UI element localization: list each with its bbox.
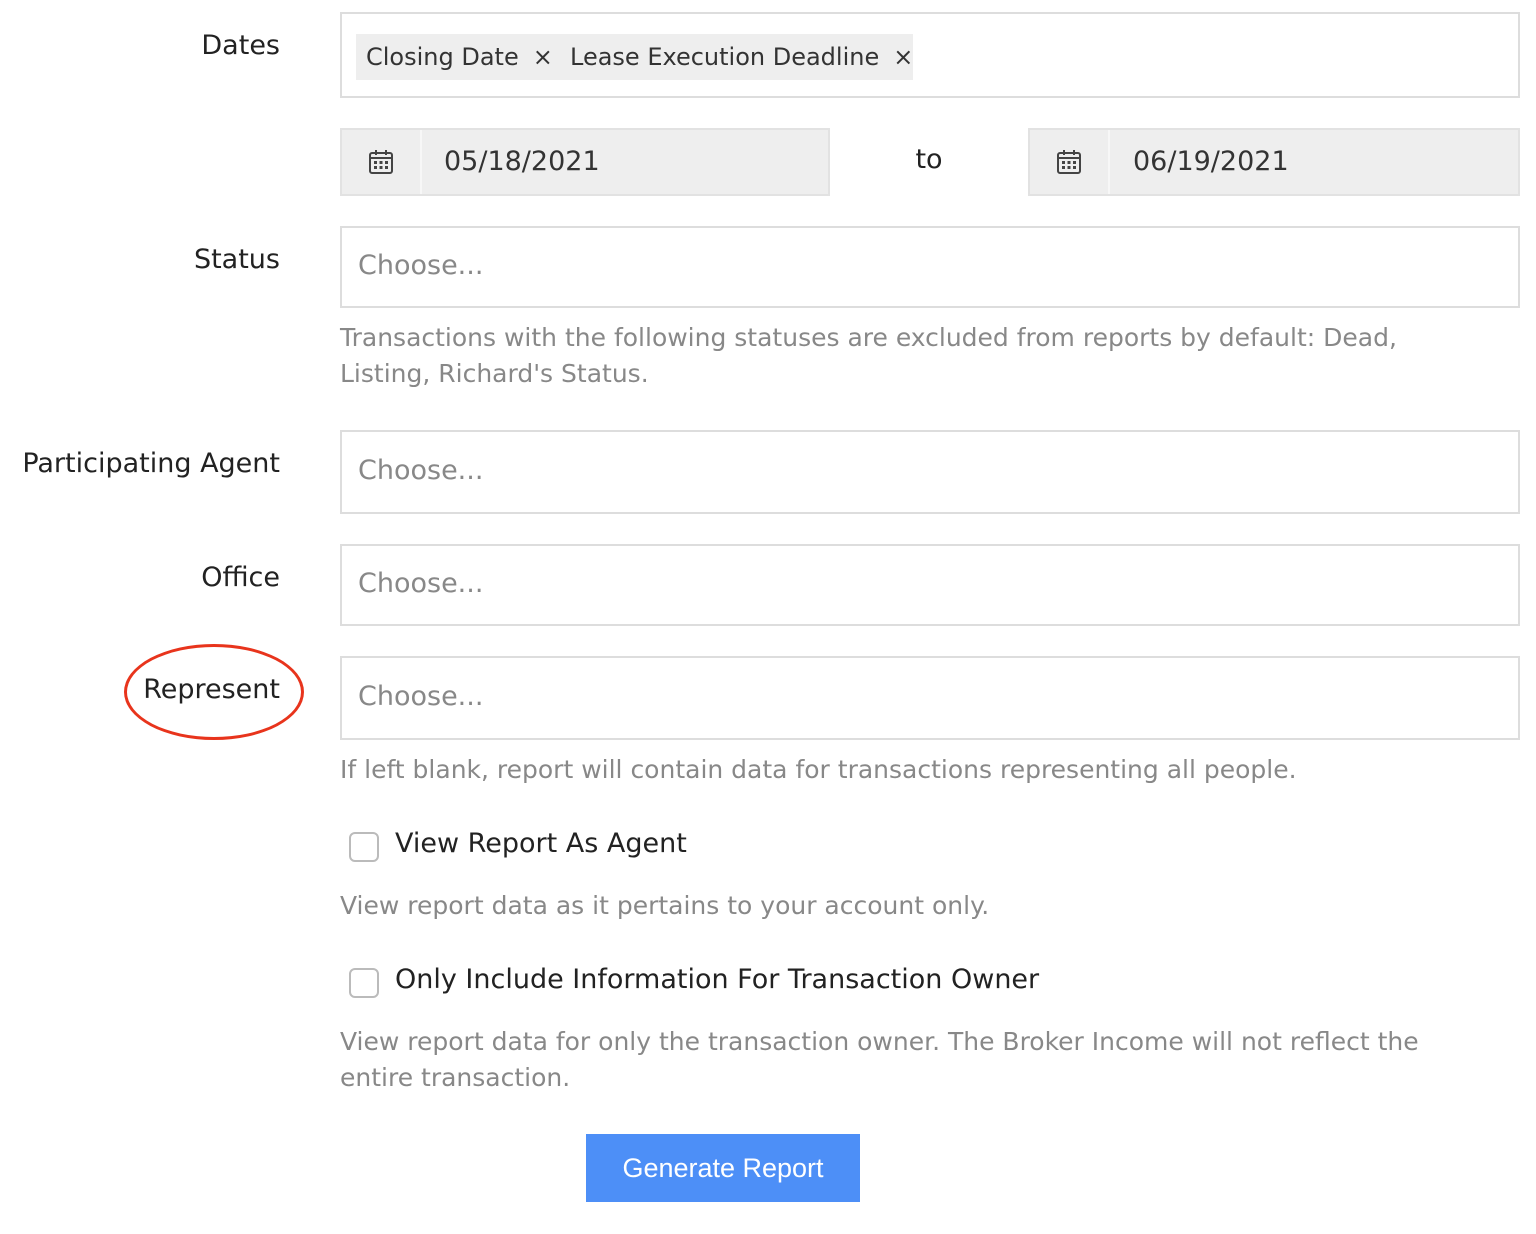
owner-only-checkbox[interactable] — [349, 968, 379, 998]
participating-agent-select[interactable]: Choose... — [340, 430, 1520, 514]
represent-select[interactable]: Choose... — [340, 656, 1520, 740]
start-date-value: 05/18/2021 — [444, 146, 600, 177]
participating-agent-label: Participating Agent — [22, 448, 280, 479]
calendar-icon[interactable] — [342, 130, 422, 194]
start-date-input[interactable]: 05/18/2021 — [340, 128, 830, 196]
represent-help-text: If left blank, report will contain data … — [340, 755, 1297, 784]
participating-agent-placeholder: Choose... — [358, 455, 484, 486]
status-help-text: Transactions with the following statuses… — [340, 323, 1397, 388]
end-date-input[interactable]: 06/19/2021 — [1028, 128, 1520, 196]
status-label: Status — [193, 244, 280, 275]
tag-closing-date: Closing Date × — [356, 34, 564, 80]
owner-only-label[interactable]: Only Include Information For Transaction… — [395, 964, 1039, 995]
office-placeholder: Choose... — [358, 568, 484, 599]
generate-report-button[interactable]: Generate Report — [586, 1134, 860, 1202]
status-placeholder: Choose... — [358, 250, 484, 281]
view-as-agent-checkbox[interactable] — [349, 832, 379, 862]
report-filter-form: Dates Closing Date × Lease Execution Dead… — [0, 0, 1536, 1234]
date-range-separator: to — [915, 144, 943, 175]
dates-label: Dates — [201, 30, 280, 61]
owner-only-help-text: View report data for only the transactio… — [340, 1027, 1419, 1092]
status-select[interactable]: Choose... — [340, 226, 1520, 308]
tag-lease-execution-deadline: Lease Execution Deadline × — [560, 34, 913, 80]
remove-closing-date-icon[interactable]: × — [533, 34, 553, 80]
view-as-agent-label[interactable]: View Report As Agent — [395, 828, 687, 859]
calendar-icon[interactable] — [1030, 130, 1110, 194]
represent-label: Represent — [143, 674, 280, 705]
office-select[interactable]: Choose... — [340, 544, 1520, 626]
end-date-value: 06/19/2021 — [1133, 146, 1289, 177]
dates-multiselect[interactable]: Closing Date × Lease Execution Deadline × — [340, 12, 1520, 98]
remove-lease-execution-deadline-icon[interactable]: × — [893, 34, 913, 80]
represent-placeholder: Choose... — [358, 681, 484, 712]
office-label: Office — [201, 562, 280, 593]
view-as-agent-help-text: View report data as it pertains to your … — [340, 891, 990, 920]
